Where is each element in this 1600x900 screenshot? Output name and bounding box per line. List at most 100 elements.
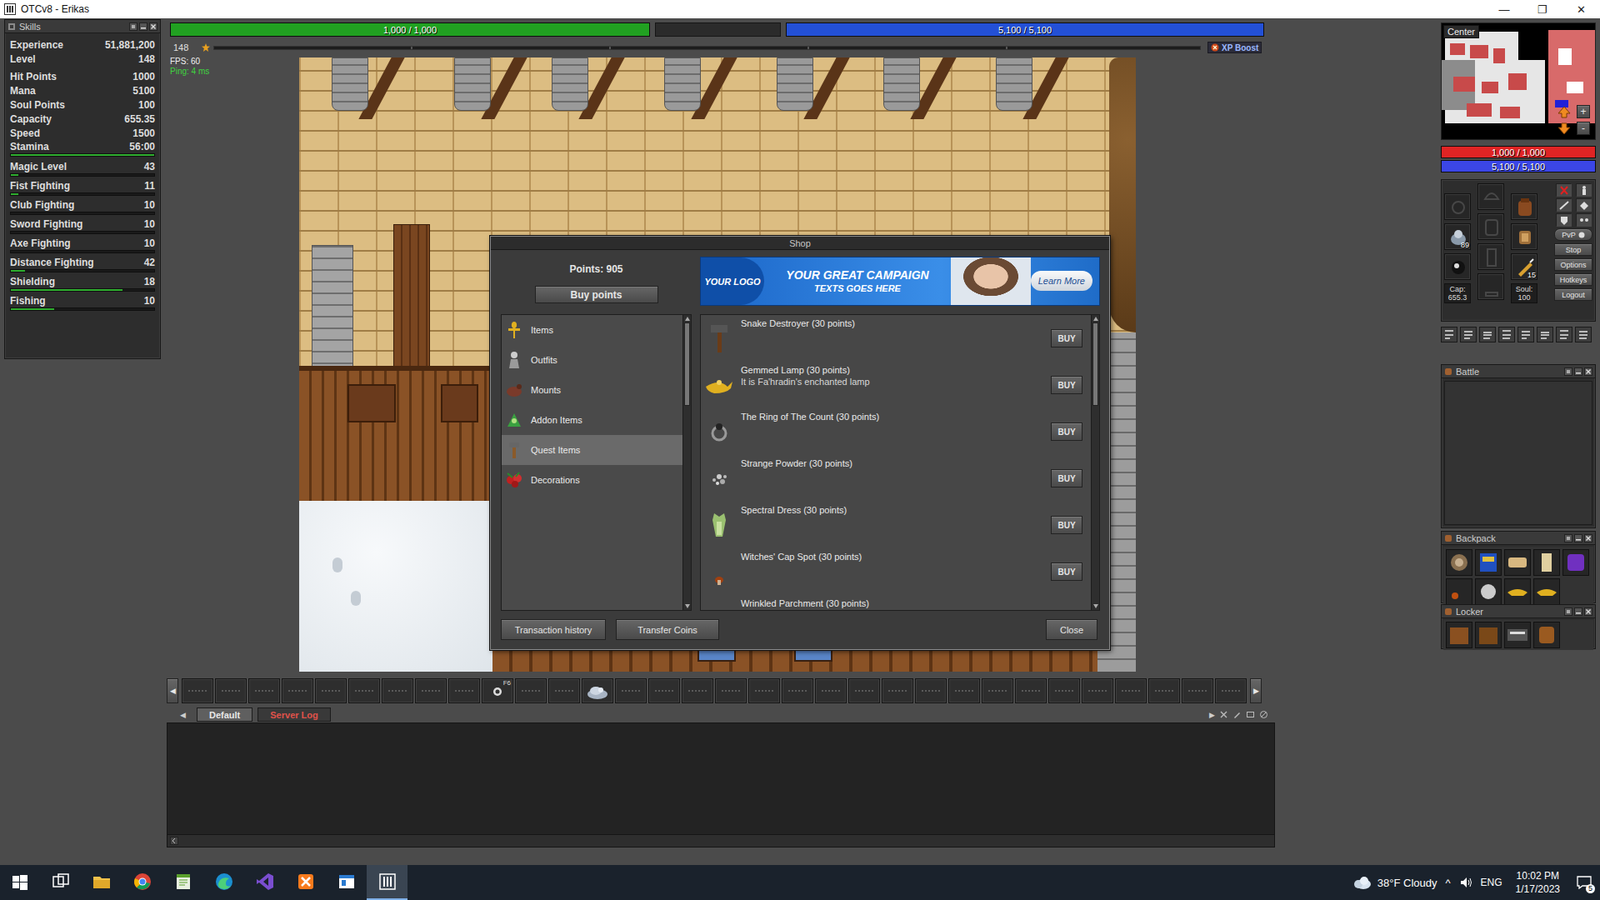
close-tab-icon[interactable]: [1219, 710, 1229, 720]
attack-mode-icon[interactable]: [1555, 198, 1571, 211]
locker-slot[interactable]: [1475, 621, 1502, 649]
follow-icon[interactable]: [1575, 183, 1591, 196]
volume-icon[interactable]: [1459, 875, 1473, 890]
minimize-icon[interactable]: [1574, 534, 1583, 543]
vip-toggle-icon[interactable]: [1479, 326, 1496, 343]
hotbar-slot[interactable]: [615, 678, 647, 704]
minimize-icon[interactable]: [139, 22, 148, 31]
backpack-slot[interactable]: [1504, 549, 1531, 576]
learn-more-button[interactable]: Learn More: [1030, 270, 1093, 291]
category-item[interactable]: Quest Items: [501, 435, 683, 465]
battle-toggle-icon[interactable]: [1460, 326, 1477, 343]
hotbar-slot[interactable]: [515, 678, 547, 704]
backpack-slot[interactable]: [1504, 578, 1531, 605]
backpack-slot[interactable]: [1562, 549, 1590, 576]
backpack-slot[interactable]: [1533, 549, 1560, 576]
buy-points-button[interactable]: Buy points: [535, 285, 659, 304]
equipment-slot[interactable]: 15: [1510, 253, 1538, 280]
taskbar-app[interactable]: [203, 865, 245, 900]
taskbar-app[interactable]: [121, 865, 163, 900]
hotbar-slot[interactable]: [348, 678, 380, 704]
buy-button[interactable]: BUY: [1050, 329, 1083, 348]
hotbar-slot[interactable]: [1015, 678, 1047, 704]
xp-boost-button[interactable]: XP Boost: [1207, 41, 1262, 54]
hotbar-slot[interactable]: [215, 678, 247, 704]
hotbar-slot[interactable]: [581, 678, 614, 704]
scroll-down-icon[interactable]: [683, 602, 692, 610]
start-button[interactable]: [0, 865, 40, 900]
locker-slot[interactable]: [1445, 621, 1473, 649]
category-scrollbar[interactable]: [682, 315, 691, 610]
buy-button[interactable]: BUY: [1050, 469, 1083, 488]
scroll-down-icon[interactable]: [1091, 602, 1100, 610]
minimize-icon[interactable]: [1574, 367, 1583, 376]
hotbar-slot[interactable]: [748, 678, 780, 704]
chat-input[interactable]: [167, 834, 1275, 847]
channel-icon[interactable]: [170, 836, 179, 845]
taskbar-app[interactable]: [80, 865, 122, 900]
hotbar-slot[interactable]: [1215, 678, 1247, 704]
taskbar-app[interactable]: [325, 865, 367, 900]
backpack-slot[interactable]: [1445, 549, 1473, 576]
equipment-slot[interactable]: [1444, 193, 1471, 220]
log-toggle-icon[interactable]: [1498, 326, 1515, 343]
close-icon[interactable]: [1584, 367, 1593, 376]
hotbar-slot[interactable]: [1115, 678, 1147, 704]
hotbar-slot[interactable]: [315, 678, 347, 704]
hotbar-slot[interactable]: [415, 678, 447, 704]
hotbar-slot[interactable]: [181, 678, 214, 704]
equipment-slot[interactable]: [1510, 193, 1538, 220]
category-item[interactable]: Addon Items: [501, 405, 683, 435]
category-item[interactable]: Items: [501, 315, 683, 345]
skills-toggle-icon[interactable]: [1440, 326, 1458, 343]
buy-button[interactable]: BUY: [1050, 562, 1083, 581]
inventory-button[interactable]: Logout: [1554, 288, 1593, 301]
inventory-button[interactable]: Hotkeys: [1554, 273, 1593, 286]
hotbar-slot[interactable]: [881, 678, 914, 704]
minimize-icon[interactable]: [1574, 607, 1583, 616]
category-item[interactable]: Decorations: [501, 465, 683, 495]
window-icon[interactable]: [1245, 710, 1255, 720]
hotbar-slot[interactable]: [548, 678, 580, 704]
hotbar-slot[interactable]: [981, 678, 1014, 704]
stop-attack-icon[interactable]: [1555, 183, 1571, 196]
backpack-slot[interactable]: [1475, 549, 1502, 576]
taskbar-app[interactable]: [285, 865, 326, 900]
hotbar-slot[interactable]: [1148, 678, 1180, 704]
chat-right-arrow[interactable]: ▶: [1209, 710, 1215, 720]
spell-toggle-icon[interactable]: [1517, 326, 1535, 343]
lock-icon[interactable]: [1564, 534, 1573, 543]
restore-button[interactable]: ❐: [1523, 0, 1562, 19]
inventory-button[interactable]: Stop: [1554, 243, 1593, 256]
campaign-banner[interactable]: YOUR LOGOYOUR GREAT CAMPAIGNTEXTS GOES H…: [700, 256, 1100, 306]
scroll-up-icon[interactable]: [683, 315, 692, 323]
edit-icon[interactable]: [1232, 710, 1242, 720]
hotbar-slot[interactable]: [1081, 678, 1114, 704]
chase-icon[interactable]: [1575, 213, 1591, 226]
lock-icon[interactable]: [1564, 607, 1573, 616]
hotbar-slot[interactable]: [648, 678, 680, 704]
scroll-up-icon[interactable]: [1091, 315, 1100, 323]
equipment-slot[interactable]: [1477, 243, 1505, 270]
chat-left-arrow[interactable]: ◀: [180, 710, 192, 720]
hotbar-slot[interactable]: [448, 678, 480, 704]
category-item[interactable]: Mounts: [501, 375, 683, 405]
category-item[interactable]: Outfits: [501, 345, 683, 375]
equipment-slot[interactable]: [1444, 253, 1471, 280]
backpack-slot[interactable]: [1445, 578, 1473, 605]
hotbar-slot[interactable]: [381, 678, 414, 704]
hotbar-slot[interactable]: [248, 678, 280, 704]
backpack-slot[interactable]: [1533, 578, 1560, 605]
weather-widget[interactable]: 38°F Cloudy: [1350, 875, 1438, 890]
close-button[interactable]: ✕: [1561, 0, 1600, 19]
close-icon[interactable]: [149, 22, 158, 31]
equipment-slot[interactable]: [1510, 223, 1538, 250]
offer-scrollbar-thumb[interactable]: [1092, 322, 1099, 406]
equipment-slot[interactable]: 89: [1444, 223, 1471, 250]
offer-scrollbar[interactable]: [1090, 315, 1100, 610]
floor-up-icon[interactable]: [1556, 105, 1572, 119]
lock-icon[interactable]: [1564, 367, 1573, 376]
floor-down-icon[interactable]: [1556, 121, 1572, 135]
buy-button[interactable]: BUY: [1050, 375, 1083, 395]
taskbar-app[interactable]: [244, 865, 285, 900]
